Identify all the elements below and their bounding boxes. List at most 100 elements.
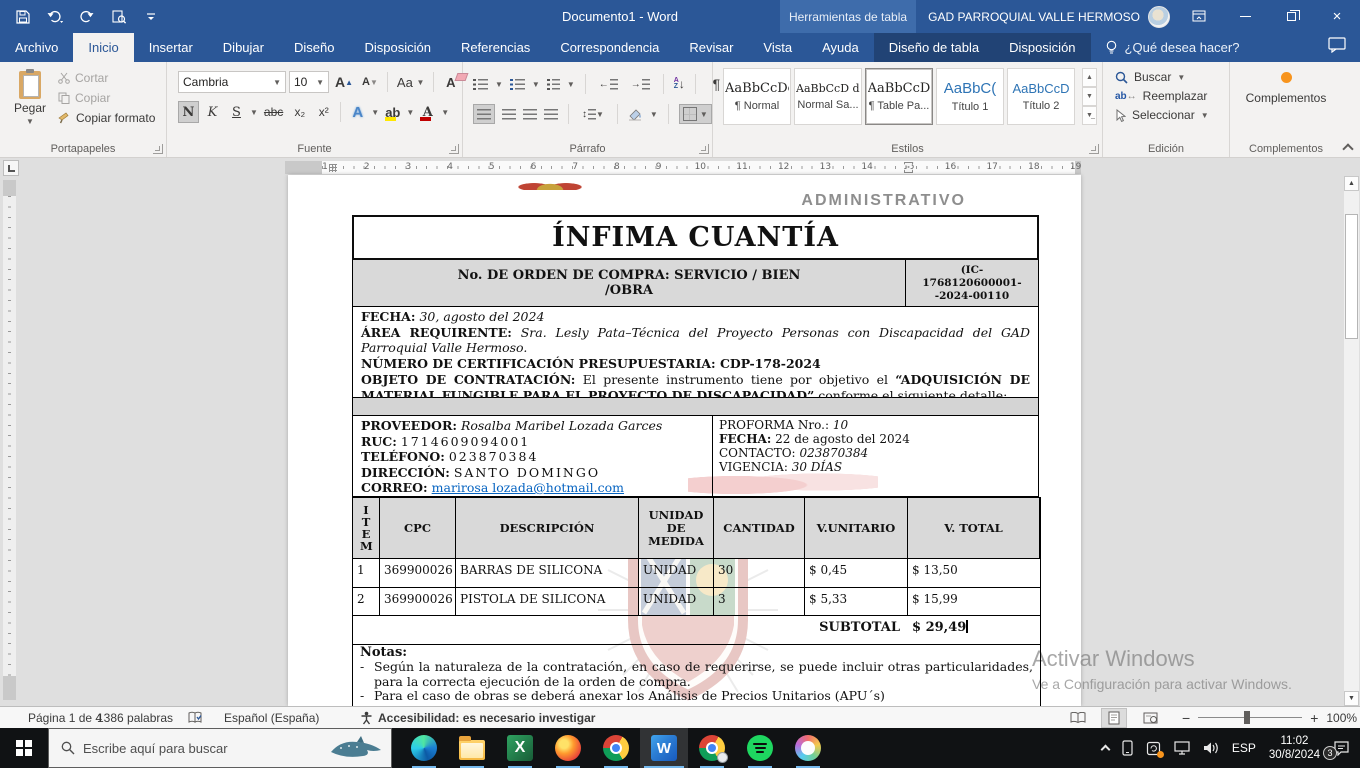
close-button[interactable]: × bbox=[1314, 0, 1360, 33]
horizontal-ruler[interactable]: 12345678910111213141516171819 bbox=[285, 161, 1081, 174]
underline-button[interactable]: S bbox=[226, 101, 247, 123]
bold-button[interactable]: N bbox=[178, 101, 199, 123]
style-table-paragraph[interactable]: AaBbCcD ¶ Table Pa... bbox=[865, 68, 933, 125]
word-count[interactable]: 1386 palabras bbox=[97, 707, 173, 728]
font-color-caret-icon[interactable]: ▼ bbox=[441, 108, 449, 117]
style-titulo-1[interactable]: AaBbC( Título 1 bbox=[936, 68, 1004, 125]
save-icon[interactable] bbox=[14, 8, 32, 26]
network-icon[interactable] bbox=[1174, 741, 1190, 755]
read-mode-icon[interactable] bbox=[1065, 708, 1091, 728]
subscript-button[interactable]: x₂ bbox=[289, 101, 310, 123]
find-button[interactable]: Buscar▼ bbox=[1115, 70, 1209, 84]
tab-disposicion-tabla[interactable]: Disposición bbox=[994, 33, 1090, 62]
text-effects-button[interactable]: A bbox=[347, 101, 368, 123]
taskbar-firefox-icon[interactable] bbox=[544, 728, 592, 768]
style-titulo-2[interactable]: AaBbCcD Título 2 bbox=[1007, 68, 1075, 125]
restore-button[interactable] bbox=[1268, 0, 1314, 33]
redo-icon[interactable] bbox=[78, 8, 96, 26]
align-right-icon[interactable] bbox=[523, 109, 537, 120]
font-name-input[interactable]: Cambria▼ bbox=[178, 71, 286, 93]
page-indicator[interactable]: Página 1 de 4 bbox=[28, 707, 102, 728]
replace-button[interactable]: ab↔ Reemplazar bbox=[1115, 89, 1209, 103]
multilevel-list-icon[interactable] bbox=[547, 79, 560, 90]
strikethrough-button[interactable]: abc bbox=[261, 101, 286, 123]
change-case-button[interactable]: Aa ▼ bbox=[394, 71, 427, 93]
underline-caret-icon[interactable]: ▼ bbox=[250, 108, 258, 117]
clear-formatting-button[interactable]: A bbox=[440, 71, 461, 93]
decrease-indent-icon[interactable]: ← bbox=[596, 73, 621, 95]
font-size-input[interactable]: 10▼ bbox=[289, 71, 329, 93]
italic-button[interactable]: K bbox=[202, 101, 223, 123]
print-layout-icon[interactable] bbox=[1101, 708, 1127, 728]
clock[interactable]: 11:02 30/8/2024 bbox=[1269, 734, 1320, 762]
dialog-launcher-icon[interactable] bbox=[699, 144, 709, 154]
accessibility-status[interactable]: Accesibilidad: es necesario investigar bbox=[360, 707, 595, 728]
text-effects-caret-icon[interactable]: ▼ bbox=[371, 108, 379, 117]
tab-stop-selector[interactable] bbox=[3, 160, 19, 176]
taskbar-file-explorer-icon[interactable] bbox=[448, 728, 496, 768]
document-page[interactable]: ADMINISTRATIVO ÍNFIMA CUANTÍA No. DE ORD… bbox=[288, 175, 1081, 706]
ribbon-display-options-icon[interactable] bbox=[1176, 0, 1222, 33]
taskbar-paint-icon[interactable] bbox=[784, 728, 832, 768]
taskbar-chrome-profile-icon[interactable] bbox=[688, 728, 736, 768]
sort-icon[interactable]: AZ↓ bbox=[674, 77, 685, 91]
dialog-launcher-icon[interactable] bbox=[449, 144, 459, 154]
styles-scroll-up-icon[interactable]: ▲ bbox=[1082, 68, 1097, 87]
indent-marker[interactable] bbox=[904, 162, 913, 173]
taskbar-excel-icon[interactable]: X bbox=[496, 728, 544, 768]
web-layout-icon[interactable] bbox=[1137, 708, 1163, 728]
paste-button[interactable]: Pegar ▼ bbox=[8, 69, 52, 139]
tab-dibujar[interactable]: Dibujar bbox=[208, 33, 279, 62]
borders-icon[interactable]: ▼ bbox=[679, 104, 712, 124]
scroll-down-icon[interactable]: ▼ bbox=[1344, 691, 1359, 706]
taskbar-chrome-icon[interactable] bbox=[592, 728, 640, 768]
collapse-ribbon-icon[interactable] bbox=[1342, 143, 1353, 154]
language-indicator[interactable]: Español (España) bbox=[224, 707, 319, 728]
taskbar-spotify-icon[interactable] bbox=[736, 728, 784, 768]
dialog-launcher-icon[interactable] bbox=[1089, 144, 1099, 154]
zoom-in-icon[interactable]: + bbox=[1310, 710, 1318, 726]
tab-disposicion[interactable]: Disposición bbox=[349, 33, 445, 62]
print-preview-icon[interactable] bbox=[110, 8, 128, 26]
zoom-slider[interactable] bbox=[1198, 717, 1302, 718]
justify-icon[interactable] bbox=[544, 109, 558, 120]
bullets-icon[interactable] bbox=[473, 79, 488, 90]
zoom-level[interactable]: 100% bbox=[1326, 711, 1357, 725]
zoom-slider-thumb[interactable] bbox=[1244, 711, 1250, 724]
highlight-caret-icon[interactable]: ▼ bbox=[406, 108, 414, 117]
tab-correspondencia[interactable]: Correspondencia bbox=[545, 33, 674, 62]
tell-me-box[interactable]: ¿Qué desea hacer? bbox=[1091, 33, 1254, 62]
align-left-icon[interactable] bbox=[473, 104, 495, 124]
email-link[interactable]: marirosa lozada@hotmail.com bbox=[432, 480, 624, 495]
start-button[interactable] bbox=[0, 728, 48, 768]
cut-button[interactable]: Cortar bbox=[58, 71, 155, 85]
your-phone-icon[interactable] bbox=[1122, 740, 1133, 756]
tab-ayuda[interactable]: Ayuda bbox=[807, 33, 874, 62]
feedback-icon[interactable] bbox=[1328, 37, 1346, 53]
line-spacing-icon[interactable]: ↕▼ bbox=[579, 103, 607, 125]
style-normal-sa[interactable]: AaBbCcD dE Normal Sa... bbox=[794, 68, 862, 125]
tab-diseno-de-tabla[interactable]: Diseño de tabla bbox=[874, 33, 994, 62]
complementos-button[interactable]: Complementos bbox=[1230, 72, 1342, 105]
tab-insertar[interactable]: Insertar bbox=[134, 33, 208, 62]
taskbar-word-icon[interactable]: W bbox=[640, 728, 688, 768]
account-info[interactable]: GAD PARROQUIAL VALLE HERMOSO bbox=[928, 0, 1170, 33]
tab-archivo[interactable]: Archivo bbox=[0, 33, 73, 62]
taskbar-edge-icon[interactable] bbox=[400, 728, 448, 768]
superscript-button[interactable]: x² bbox=[313, 101, 334, 123]
table-column-marker-icon[interactable] bbox=[329, 164, 337, 172]
tab-revisar[interactable]: Revisar bbox=[674, 33, 748, 62]
customize-qat-icon[interactable] bbox=[142, 8, 160, 26]
account-avatar[interactable] bbox=[1148, 6, 1170, 28]
vertical-scrollbar[interactable]: ▲ ▼ bbox=[1344, 176, 1359, 706]
update-status-icon[interactable] bbox=[1146, 741, 1161, 756]
keyboard-language[interactable]: ESP bbox=[1232, 741, 1256, 755]
scroll-up-icon[interactable]: ▲ bbox=[1344, 176, 1359, 191]
shading-icon[interactable] bbox=[628, 108, 643, 121]
vertical-ruler[interactable] bbox=[3, 180, 16, 700]
scrollbar-thumb[interactable] bbox=[1345, 214, 1358, 339]
action-center-icon[interactable]: 3 bbox=[1333, 741, 1350, 756]
tab-referencias[interactable]: Referencias bbox=[446, 33, 545, 62]
styles-more-icon[interactable]: ▼̲ bbox=[1082, 106, 1097, 125]
undo-icon[interactable] bbox=[46, 8, 64, 26]
